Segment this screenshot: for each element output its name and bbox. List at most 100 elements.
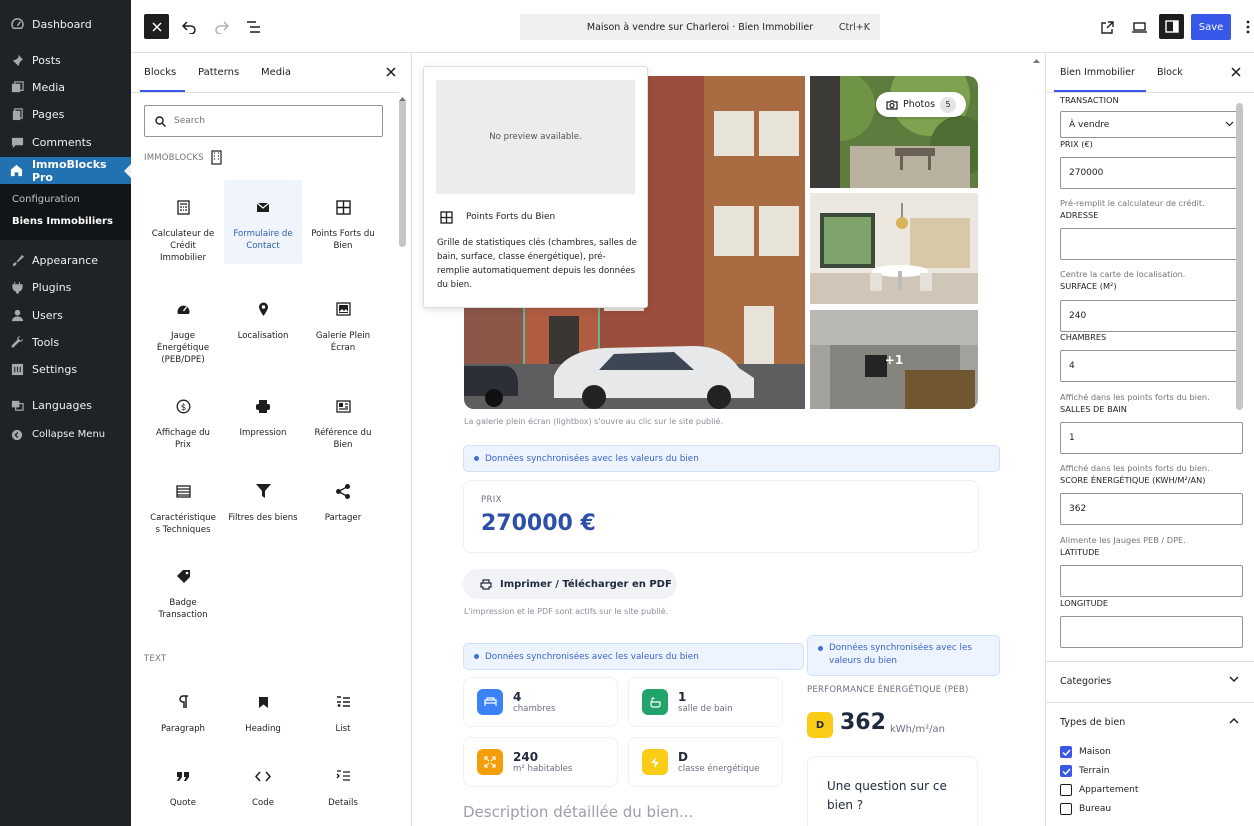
- block-paragraph[interactable]: Paragraph: [144, 675, 222, 747]
- document-title-bar[interactable]: Maison à vendre sur Charleroi · Bien Imm…: [520, 14, 880, 40]
- submenu-configuration[interactable]: Configuration: [12, 194, 80, 205]
- close-inserter-button[interactable]: [144, 14, 169, 39]
- admin-menu-collapse[interactable]: Collapse Menu: [0, 421, 131, 448]
- block-heading[interactable]: Heading: [224, 675, 302, 747]
- view-post-button[interactable]: [1096, 16, 1118, 38]
- surface-field[interactable]: 240: [1060, 300, 1243, 332]
- block-details[interactable]: Details: [304, 749, 382, 821]
- more-photos-overlay[interactable]: +1: [810, 310, 978, 409]
- checkmark-icon: [1060, 765, 1072, 777]
- price-field-label: PRIX (€): [1060, 139, 1093, 149]
- photos-button[interactable]: Photos 5: [876, 92, 966, 117]
- printer-icon: [254, 397, 272, 415]
- block-galerie-plein-ecran[interactable]: Galerie Plein Écran: [304, 282, 382, 366]
- block-points-forts[interactable]: Points Forts du Bien: [304, 180, 382, 264]
- block-localisation[interactable]: Localisation: [224, 282, 302, 366]
- block-label: Filtres des biens: [228, 513, 298, 523]
- admin-menu-dashboard[interactable]: Dashboard: [0, 11, 131, 38]
- house-icon: [10, 164, 24, 178]
- admin-menu-appearance[interactable]: Appearance: [0, 247, 131, 274]
- gallery-photo-garden[interactable]: Photos 5: [810, 76, 978, 188]
- admin-menu-posts[interactable]: Posts: [0, 47, 131, 74]
- code-icon: [254, 767, 272, 785]
- longitude-field[interactable]: [1060, 616, 1243, 648]
- block-jauge-energetique[interactable]: Jauge Énergétique (PEB/DPE): [144, 282, 222, 366]
- checkmark-icon: [1060, 746, 1072, 758]
- save-button[interactable]: Save: [1191, 14, 1231, 40]
- inserter-scrollbar[interactable]: [399, 99, 406, 247]
- admin-menu-users[interactable]: Users: [0, 302, 131, 329]
- stat-label: salle de bain: [678, 703, 733, 714]
- block-list[interactable]: List: [304, 675, 382, 747]
- bed-icon: [477, 689, 503, 715]
- redo-button[interactable]: [210, 16, 232, 38]
- block-search-field[interactable]: [144, 105, 383, 137]
- close-inserter-icon[interactable]: [386, 67, 396, 77]
- type-checkbox-2[interactable]: Appartement: [1060, 784, 1138, 796]
- admin-menu-pages[interactable]: Pages: [0, 101, 131, 128]
- types-panel-toggle[interactable]: Types de bien: [1046, 702, 1254, 742]
- plugin-icon: [10, 281, 24, 295]
- block-caracteristiques-techniques[interactable]: Caractéristique s Techniques: [144, 464, 222, 548]
- search-input[interactable]: [174, 116, 354, 126]
- tab-block[interactable]: Block: [1157, 67, 1183, 78]
- options-button[interactable]: [1243, 16, 1253, 38]
- block-reference-bien[interactable]: Référence du Bien: [304, 379, 382, 463]
- address-field[interactable]: [1060, 228, 1243, 260]
- block-affichage-prix[interactable]: $ Affichage du Prix: [144, 379, 222, 463]
- admin-menu-comments[interactable]: Comments: [0, 129, 131, 156]
- admin-menu-media[interactable]: Media: [0, 74, 131, 101]
- block-filtres-biens[interactable]: Filtres des biens: [224, 464, 302, 548]
- description-placeholder[interactable]: Description détaillée du bien...: [463, 803, 693, 821]
- tab-patterns[interactable]: Patterns: [198, 67, 239, 78]
- print-pdf-button[interactable]: Imprimer / Télécharger en PDF: [463, 569, 677, 599]
- energy-score-field[interactable]: 362: [1060, 493, 1243, 525]
- price-field[interactable]: 270000: [1060, 157, 1243, 189]
- close-settings-icon[interactable]: [1231, 67, 1241, 77]
- type-label: Appartement: [1079, 785, 1139, 795]
- block-partager[interactable]: Partager: [304, 464, 382, 548]
- scroll-up-icon[interactable]: [399, 96, 406, 101]
- categories-panel-toggle[interactable]: Categories: [1046, 661, 1254, 701]
- admin-menu-tools[interactable]: Tools: [0, 329, 131, 356]
- document-overview-button[interactable]: [242, 16, 264, 38]
- block-quote[interactable]: Quote: [144, 749, 222, 821]
- admin-menu-label: Users: [32, 309, 63, 322]
- tab-bien-immobilier[interactable]: Bien Immobilier: [1060, 67, 1135, 78]
- type-checkbox-3[interactable]: Bureau: [1060, 803, 1111, 815]
- block-label: Points Forts du Bien: [311, 229, 375, 251]
- block-formulaire-contact[interactable]: Formulaire de Contact: [224, 180, 302, 264]
- grid-icon: [334, 198, 352, 216]
- baths-field[interactable]: 1: [1060, 422, 1243, 454]
- settings-icon: [10, 363, 24, 377]
- block-code[interactable]: Code: [224, 749, 302, 821]
- block-label: Details: [328, 798, 358, 808]
- photos-label: Photos: [903, 99, 936, 110]
- device-preview-button[interactable]: [1128, 16, 1150, 38]
- rooms-field[interactable]: 4: [1060, 350, 1243, 382]
- latitude-label: LATITUDE: [1060, 547, 1100, 557]
- block-calculateur-credit[interactable]: Calculateur de Crédit Immobilier: [144, 180, 222, 264]
- stat-value: 1: [678, 689, 687, 704]
- gallery-photo-kitchen[interactable]: +1: [810, 310, 978, 409]
- block-label: Galerie Plein Écran: [315, 331, 371, 353]
- price-value: 270000 €: [481, 511, 596, 536]
- admin-menu-settings[interactable]: Settings: [0, 356, 131, 383]
- transaction-select[interactable]: À vendre: [1060, 111, 1243, 138]
- tab-media[interactable]: Media: [261, 67, 291, 78]
- admin-menu-languages[interactable]: Languages: [0, 392, 131, 419]
- submenu-biens-immobiliers[interactable]: Biens Immobiliers: [12, 216, 113, 227]
- latitude-field[interactable]: [1060, 565, 1243, 597]
- type-checkbox-1[interactable]: Terrain: [1060, 765, 1109, 777]
- tab-blocks[interactable]: Blocks: [144, 67, 176, 78]
- undo-button[interactable]: [178, 16, 200, 38]
- gallery-photo-living[interactable]: [810, 193, 978, 304]
- type-checkbox-0[interactable]: Maison: [1060, 746, 1111, 758]
- admin-menu-plugins[interactable]: Plugins: [0, 274, 131, 301]
- canvas-scroll-up-icon[interactable]: [1033, 58, 1040, 63]
- block-impression[interactable]: Impression: [224, 379, 302, 463]
- settings-toggle-button[interactable]: [1159, 14, 1184, 39]
- admin-menu-immoblocks[interactable]: ImmoBlocks Pro: [0, 157, 131, 184]
- block-badge-transaction[interactable]: Badge Transaction: [144, 549, 222, 633]
- settings-scrollbar[interactable]: [1236, 103, 1243, 410]
